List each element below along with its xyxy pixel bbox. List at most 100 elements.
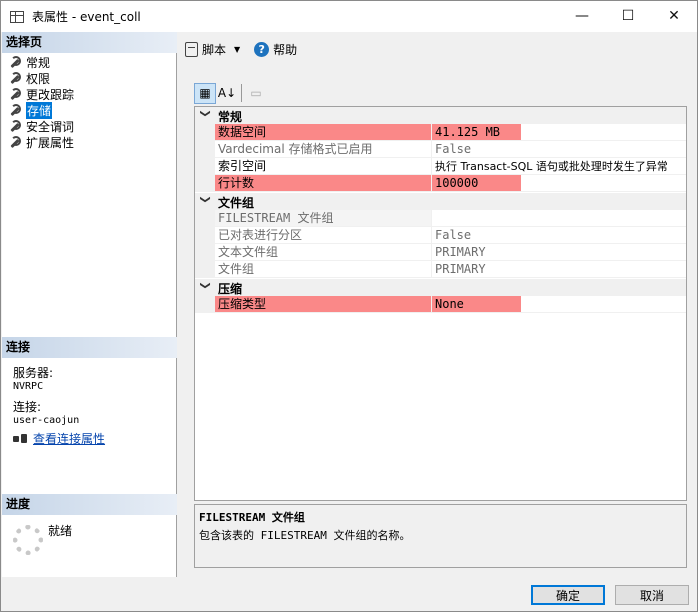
property-row[interactable]: Vardecimal 存储格式已启用 False bbox=[195, 141, 686, 158]
property-value: 41.125 MB bbox=[431, 124, 686, 141]
left-panel: 选择页 常规 权限 更改跟踪 存储 安全谓词 扩展属性 连接 服务器: NVRP… bbox=[2, 32, 177, 577]
property-value: None bbox=[431, 296, 686, 313]
property-name: Vardecimal 存储格式已启用 bbox=[215, 141, 431, 158]
property-name: 数据空间 bbox=[215, 124, 431, 141]
table-properties-window: 表属性 - event_coll — ☐ ✕ 选择页 常规 权限 更改跟踪 存储… bbox=[0, 0, 698, 612]
description-text: 包含该表的 FILESTREAM 文件组的名称。 bbox=[199, 529, 411, 542]
category-label: 文件组 bbox=[218, 196, 255, 210]
minimize-button[interactable]: — bbox=[559, 1, 605, 31]
window-controls: — ☐ ✕ bbox=[559, 1, 697, 31]
ok-button[interactable]: 确定 bbox=[531, 585, 605, 605]
row-gutter bbox=[195, 244, 215, 261]
description-title: FILESTREAM 文件组 bbox=[199, 511, 305, 524]
property-grid-toolbar: ▦ A↓ ▭ bbox=[194, 82, 267, 104]
wrench-icon bbox=[9, 120, 21, 132]
page-item-extended-properties[interactable]: 扩展属性 bbox=[2, 134, 177, 150]
connection-value: user-caojun bbox=[13, 415, 80, 426]
property-name: 索引空间 bbox=[215, 158, 431, 175]
description-panel: FILESTREAM 文件组 包含该表的 FILESTREAM 文件组的名称。 bbox=[194, 504, 687, 568]
property-value: 100000 bbox=[431, 175, 686, 192]
collapse-chevron-icon[interactable]: ❯ bbox=[200, 281, 211, 289]
dialog-toolbar: 脚本 ▼ ? 帮助 bbox=[185, 39, 297, 59]
categorized-view-icon[interactable]: ▦ bbox=[194, 82, 216, 104]
window-title: 表属性 - event_coll bbox=[32, 10, 141, 24]
page-item-label: 存储 bbox=[26, 101, 53, 119]
category-label: 常规 bbox=[218, 110, 243, 124]
property-name: 文本文件组 bbox=[215, 244, 431, 261]
page-item-label: 权限 bbox=[26, 71, 51, 86]
property-grid: ❯ 常规 数据空间 41.125 MB Vardecimal 存储格式已启用 F… bbox=[194, 106, 687, 501]
property-value: 执行 Transact-SQL 语句或批处理时发生了异常 bbox=[431, 158, 686, 175]
wrench-icon bbox=[9, 104, 21, 116]
page-item-general[interactable]: 常规 bbox=[2, 54, 177, 70]
property-name: FILESTREAM 文件组 bbox=[215, 210, 431, 227]
row-gutter bbox=[195, 175, 215, 192]
page-item-label: 更改跟踪 bbox=[26, 87, 75, 102]
property-name: 行计数 bbox=[215, 175, 431, 192]
property-row[interactable]: 数据空间 41.125 MB bbox=[195, 124, 686, 141]
table-icon bbox=[10, 10, 24, 23]
property-row[interactable]: 行计数 100000 bbox=[195, 175, 686, 192]
category-general[interactable]: ❯ 常规 bbox=[195, 107, 686, 124]
property-name: 已对表进行分区 bbox=[215, 227, 431, 244]
collapse-chevron-icon[interactable]: ❯ bbox=[200, 195, 211, 203]
progress-spinner-icon bbox=[13, 525, 43, 555]
server-label: 服务器: bbox=[13, 366, 54, 380]
connection-label: 连接: bbox=[13, 400, 42, 414]
wrench-icon bbox=[9, 72, 21, 84]
alphabetical-sort-icon[interactable]: A↓ bbox=[216, 83, 238, 104]
plug-icon bbox=[12, 432, 28, 446]
help-icon: ? bbox=[254, 41, 270, 57]
property-name: 压缩类型 bbox=[215, 296, 431, 313]
property-value: False bbox=[431, 227, 686, 244]
page-item-label: 安全谓词 bbox=[26, 119, 75, 134]
script-icon bbox=[185, 41, 198, 57]
toolbar-separator bbox=[241, 84, 242, 102]
script-dropdown-icon[interactable]: ▼ bbox=[234, 45, 240, 54]
cancel-button[interactable]: 取消 bbox=[615, 585, 689, 605]
row-gutter bbox=[195, 210, 215, 227]
view-connection-link[interactable]: 查看连接属性 bbox=[33, 430, 105, 447]
page-item-label: 常规 bbox=[26, 55, 51, 70]
category-filegroup[interactable]: ❯ 文件组 bbox=[195, 193, 686, 210]
category-label: 压缩 bbox=[218, 282, 243, 296]
maximize-button[interactable]: ☐ bbox=[605, 1, 651, 31]
row-gutter bbox=[195, 124, 215, 141]
property-row[interactable]: 已对表进行分区 False bbox=[195, 227, 686, 244]
page-item-storage[interactable]: 存储 bbox=[2, 101, 177, 119]
close-button[interactable]: ✕ bbox=[651, 1, 697, 31]
property-value: PRIMARY bbox=[431, 261, 686, 278]
server-info: 服务器: NVRPC bbox=[13, 364, 53, 392]
page-item-change-tracking[interactable]: 更改跟踪 bbox=[2, 86, 177, 102]
help-button[interactable]: 帮助 bbox=[273, 41, 297, 58]
property-pages-icon[interactable]: ▭ bbox=[245, 83, 267, 104]
select-page-header: 选择页 bbox=[2, 32, 177, 53]
property-row[interactable]: 索引空间 执行 Transact-SQL 语句或批处理时发生了异常 bbox=[195, 158, 686, 175]
property-row[interactable]: FILESTREAM 文件组 bbox=[195, 210, 686, 227]
wrench-icon bbox=[9, 56, 21, 68]
connection-info: 连接: user-caojun bbox=[13, 398, 79, 426]
script-button[interactable]: 脚本 bbox=[202, 41, 226, 58]
server-value: NVRPC bbox=[13, 381, 44, 392]
property-name: 文件组 bbox=[215, 261, 431, 278]
view-connection-properties[interactable]: 查看连接属性 bbox=[12, 430, 105, 447]
page-item-permissions[interactable]: 权限 bbox=[2, 70, 177, 86]
property-row[interactable]: 文本文件组 PRIMARY bbox=[195, 244, 686, 261]
progress-header: 进度 bbox=[2, 494, 177, 515]
property-value bbox=[431, 210, 686, 227]
row-gutter bbox=[195, 261, 215, 278]
row-gutter bbox=[195, 296, 215, 313]
wrench-icon bbox=[9, 88, 21, 100]
wrench-icon bbox=[9, 136, 21, 148]
row-gutter bbox=[195, 141, 215, 158]
collapse-chevron-icon[interactable]: ❯ bbox=[200, 109, 211, 117]
property-value: False bbox=[431, 141, 686, 158]
property-row[interactable]: 文件组 PRIMARY bbox=[195, 261, 686, 278]
page-item-security-predicates[interactable]: 安全谓词 bbox=[2, 118, 177, 134]
connection-header: 连接 bbox=[2, 337, 177, 358]
category-compression[interactable]: ❯ 压缩 bbox=[195, 279, 686, 296]
title-bar: 表属性 - event_coll — ☐ ✕ bbox=[1, 1, 697, 32]
progress-status: 就绪 bbox=[48, 524, 73, 538]
property-row[interactable]: 压缩类型 None bbox=[195, 296, 686, 313]
row-gutter bbox=[195, 158, 215, 175]
